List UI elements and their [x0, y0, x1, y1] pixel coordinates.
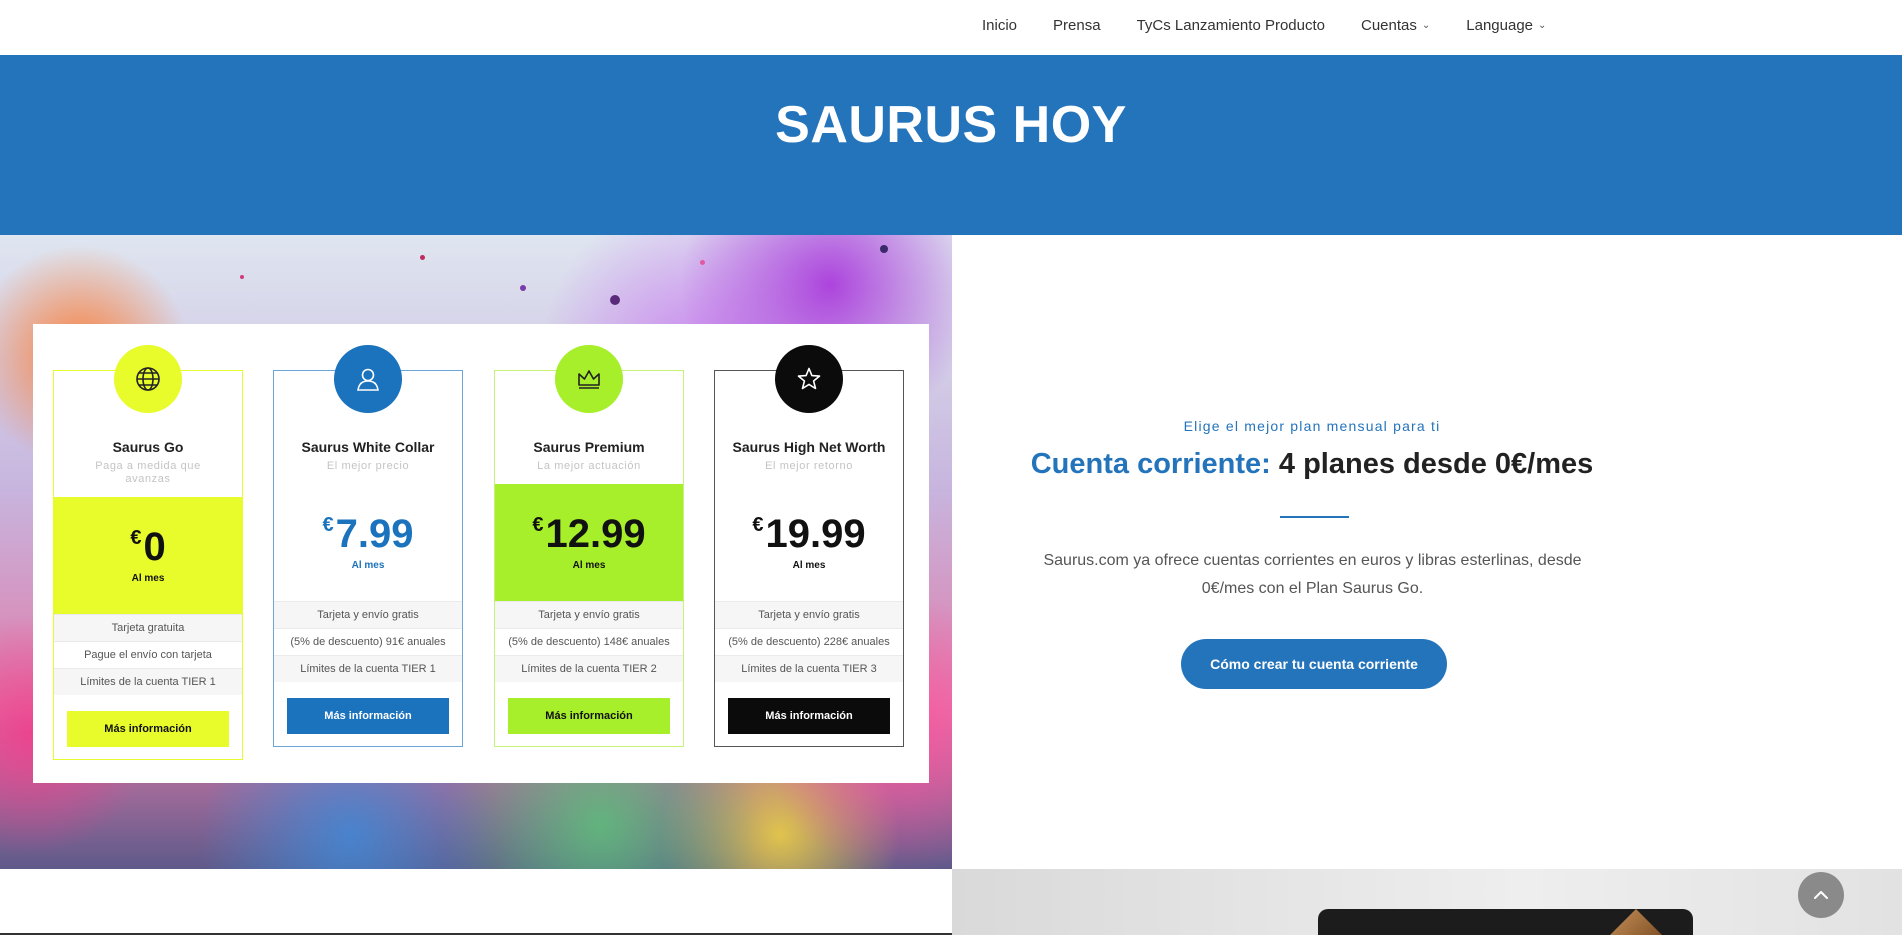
- price-period: Al mes: [351, 560, 385, 571]
- plan-name: Saurus Go: [112, 439, 184, 455]
- headline-highlight: Cuenta corriente:: [1030, 448, 1271, 480]
- nav-item-tycs[interactable]: TyCs Lanzamiento Producto: [1137, 17, 1325, 34]
- plan-card-saurus-go: Saurus Go Paga a medida que avanzas €0 A…: [53, 345, 243, 760]
- chevron-down-icon: ⌄: [1538, 19, 1547, 31]
- section-headline: Cuenta corriente: 4 planes desde 0€/mes: [952, 448, 1672, 481]
- plan-price: €19.99 Al mes: [715, 484, 903, 601]
- nav-item-label: Cuentas: [1361, 16, 1417, 34]
- price-period: Al mes: [572, 560, 606, 571]
- nav-item-cuentas[interactable]: Cuentas ⌄: [1361, 17, 1430, 34]
- plan-feature: Límites de la cuenta TIER 2: [495, 655, 683, 682]
- headline-rest: 4 planes desde 0€/mes: [1278, 448, 1594, 480]
- currency-symbol: €: [322, 514, 334, 536]
- plan-name: Saurus White Collar: [301, 439, 435, 455]
- nav-item-language[interactable]: Language ⌄: [1466, 17, 1546, 34]
- chevron-down-icon: ⌄: [1421, 19, 1431, 31]
- plan-card-saurus-premium: Saurus Premium La mejor actuación €12.99…: [494, 345, 684, 747]
- plan-feature: (5% de descuento) 91€ anuales: [274, 628, 462, 655]
- plan-subtitle: El mejor retorno: [765, 460, 853, 472]
- nav-item-label: Prensa: [1053, 16, 1101, 34]
- plan-feature: Límites de la cuenta TIER 3: [715, 655, 903, 682]
- nav-item-label: TyCs Lanzamiento Producto: [1136, 16, 1325, 34]
- device-photo: [952, 869, 1902, 935]
- plan-subtitle: El mejor precio: [326, 460, 410, 472]
- plan-feature: Límites de la cuenta TIER 1: [274, 655, 462, 682]
- plan-price: €12.99 Al mes: [495, 484, 683, 601]
- mas-informacion-button[interactable]: Más información: [67, 711, 229, 747]
- plan-feature: Tarjeta y envío gratis: [274, 601, 462, 628]
- star-icon: [775, 345, 843, 413]
- price-period: Al mes: [792, 560, 826, 571]
- chevron-up-icon: [1814, 891, 1828, 899]
- crown-icon: [555, 345, 623, 413]
- price-value: 0: [143, 525, 166, 569]
- price-value: 19.99: [765, 512, 866, 556]
- plan-feature: (5% de descuento) 148€ anuales: [495, 628, 683, 655]
- plan-feature: Tarjeta y envío gratis: [495, 601, 683, 628]
- mas-informacion-button[interactable]: Más información: [728, 698, 890, 734]
- price-period: Al mes: [131, 573, 165, 584]
- nav-item-inicio[interactable]: Inicio: [982, 17, 1017, 34]
- plan-card-saurus-high-net-worth: Saurus High Net Worth El mejor retorno €…: [714, 345, 904, 747]
- section-eyebrow: Elige el mejor plan mensual para ti: [1183, 418, 1441, 434]
- divider: [1280, 516, 1349, 518]
- mas-informacion-button[interactable]: Más información: [508, 698, 670, 734]
- nav-item-prensa[interactable]: Prensa: [1053, 17, 1101, 34]
- nav-menu: Inicio Prensa TyCs Lanzamiento Producto …: [982, 0, 1582, 50]
- price-value: 12.99: [545, 512, 646, 556]
- create-account-button[interactable]: Cómo crear tu cuenta corriente: [1181, 639, 1447, 689]
- user-icon: [334, 345, 402, 413]
- plan-name: Saurus Premium: [533, 439, 645, 455]
- plan-feature: Pague el envío con tarjeta: [54, 641, 242, 668]
- page-title: SAURUS HOY: [775, 96, 1127, 154]
- globe-icon: [114, 345, 182, 413]
- plan-feature: Límites de la cuenta TIER 1: [54, 668, 242, 695]
- plan-price: €0 Al mes: [54, 497, 242, 614]
- plan-feature: Tarjeta y envío gratis: [715, 601, 903, 628]
- currency-symbol: €: [532, 514, 544, 536]
- mas-informacion-button[interactable]: Más información: [287, 698, 449, 734]
- nav-item-label: Inicio: [982, 16, 1018, 34]
- scroll-to-top-button[interactable]: [1798, 872, 1844, 918]
- plan-feature: (5% de descuento) 228€ anuales: [715, 628, 903, 655]
- nav-item-label: Language: [1466, 16, 1534, 34]
- plan-price: €7.99 Al mes: [274, 484, 462, 601]
- plan-name: Saurus High Net Worth: [732, 439, 886, 455]
- top-navigation: Inicio Prensa TyCs Lanzamiento Producto …: [0, 0, 1902, 55]
- plan-subtitle: Paga a medida que avanzas: [95, 460, 201, 485]
- currency-symbol: €: [130, 527, 142, 549]
- plan-subtitle: La mejor actuación: [537, 460, 641, 472]
- section-description: Saurus.com ya ofrece cuentas corrientes …: [1043, 552, 1582, 597]
- plan-feature: Tarjeta gratuita: [54, 614, 242, 641]
- price-value: 7.99: [335, 512, 414, 556]
- currency-symbol: €: [752, 514, 764, 536]
- plan-card-saurus-white-collar: Saurus White Collar El mejor precio €7.9…: [273, 345, 463, 747]
